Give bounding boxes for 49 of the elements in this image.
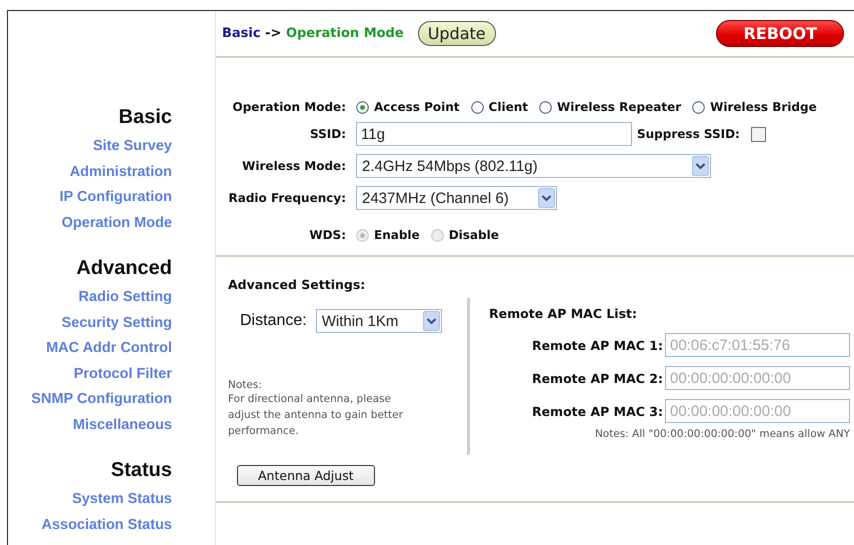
radio-label: Disable xyxy=(448,228,499,242)
sidebar-link[interactable]: Operation Mode xyxy=(62,210,172,236)
field-label: Remote AP MAC 3: xyxy=(532,404,663,418)
update-button[interactable]: Update xyxy=(418,21,496,46)
field-label: Distance: xyxy=(240,312,307,330)
field-label: Remote AP MAC 1: xyxy=(532,338,663,352)
sidebar-link[interactable]: Association Status xyxy=(41,512,172,538)
breadcrumb: Basic -> Operation Mode xyxy=(222,26,404,41)
antenna-adjust-button[interactable]: Antenna Adjust xyxy=(237,465,375,486)
radio-button[interactable] xyxy=(539,100,552,114)
sidebar-link[interactable]: Protocol Filter xyxy=(74,362,172,387)
field-label: Radio Frequency: xyxy=(228,191,346,205)
wireless-mode-dropdown[interactable]: 2.4GHz 54Mbps (802.11g) xyxy=(356,154,711,178)
radio-button[interactable] xyxy=(692,100,706,114)
sidebar-heading: Status xyxy=(110,458,172,482)
reboot-button[interactable]: REBOOT xyxy=(716,20,844,47)
radio-frequency-dropdown[interactable]: 2437MHz (Channel 6) xyxy=(356,186,557,210)
sidebar-link[interactable]: System Status xyxy=(72,487,172,512)
section-title: Remote AP MAC List: xyxy=(489,306,638,321)
sidebar-link[interactable]: Administration xyxy=(70,160,172,185)
notes-title: Notes: xyxy=(228,379,263,391)
radio-label: Client xyxy=(488,100,528,114)
sidebar-link[interactable]: Security Setting xyxy=(62,310,172,336)
sidebar-heading: Basic xyxy=(118,105,172,129)
field-label: Suppress SSID: xyxy=(637,127,740,141)
sidebar-link[interactable]: Radio Setting xyxy=(78,285,172,310)
sidebar-heading: Advanced xyxy=(76,256,172,280)
sidebar-link[interactable]: Miscellaneous xyxy=(72,412,172,438)
mac-note: Notes: All "00:00:00:00:00:00" means allow ANY xyxy=(594,428,851,440)
field-label: Remote AP MAC 2: xyxy=(532,370,663,386)
sidebar-link[interactable]: MAC Addr Control xyxy=(46,336,172,362)
radio-label: Access Point xyxy=(374,100,460,114)
field-label: Wireless Mode: xyxy=(241,159,346,173)
distance-dropdown[interactable]: Within 1Km xyxy=(316,309,442,333)
field-label: Operation Mode: xyxy=(232,100,346,114)
radio-label: Wireless Bridge xyxy=(710,100,817,114)
sidebar-link[interactable]: IP Configuration xyxy=(59,185,172,210)
radio-label: Enable xyxy=(374,228,420,242)
field-label: WDS: xyxy=(308,227,346,242)
field-label: SSID: xyxy=(309,127,346,141)
radio-button[interactable] xyxy=(356,100,369,114)
radio-button[interactable] xyxy=(470,100,484,114)
sidebar-link[interactable]: Site Survey xyxy=(93,134,172,160)
section-title: Advanced Settings: xyxy=(228,277,366,292)
notes-text: For directional antenna, please adjust the antenna to gain better performance. xyxy=(228,392,404,439)
sidebar-link[interactable]: SNMP Configuration xyxy=(31,387,172,412)
ssid-field[interactable]: 11g xyxy=(356,122,632,146)
checkbox[interactable] xyxy=(750,126,766,142)
radio-label: Wireless Repeater xyxy=(557,100,682,114)
